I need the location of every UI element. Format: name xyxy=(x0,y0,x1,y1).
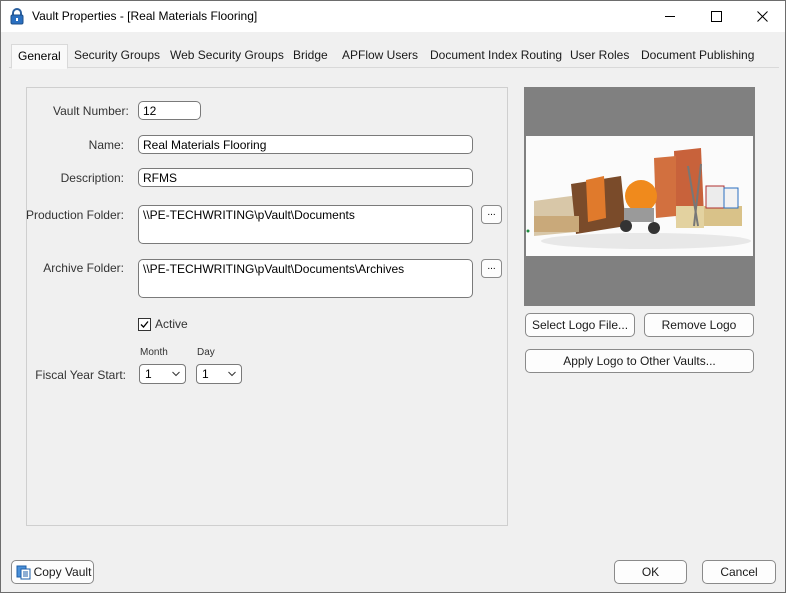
maximize-button[interactable] xyxy=(693,1,739,32)
building-materials-illustration xyxy=(526,136,753,256)
copy-icon xyxy=(16,565,31,580)
vault-number-field[interactable]: 12 xyxy=(138,101,201,120)
tab-user-roles[interactable]: User Roles xyxy=(570,44,629,68)
cancel-button[interactable]: Cancel xyxy=(702,560,776,584)
select-logo-file-button[interactable]: Select Logo File... xyxy=(525,313,635,337)
lock-icon xyxy=(10,8,24,25)
tab-document-publishing[interactable]: Document Publishing xyxy=(641,44,754,68)
vault-properties-window: Vault Properties - [Real Materials Floor… xyxy=(0,0,786,593)
ok-button[interactable]: OK xyxy=(614,560,687,584)
month-value: 1 xyxy=(145,367,152,381)
archive-folder-browse-button[interactable]: ... xyxy=(481,259,502,278)
close-button[interactable] xyxy=(739,1,785,32)
remove-logo-button[interactable]: Remove Logo xyxy=(644,313,754,337)
chevron-down-icon xyxy=(172,371,180,377)
production-folder-browse-button[interactable]: ... xyxy=(481,205,502,224)
name-label: Name: xyxy=(88,138,124,152)
tab-apflow-users[interactable]: APFlow Users xyxy=(342,44,418,68)
logo-preview xyxy=(524,87,755,306)
apply-logo-button[interactable]: Apply Logo to Other Vaults... xyxy=(525,349,754,373)
tab-document-index-routing[interactable]: Document Index Routing xyxy=(430,44,562,68)
fiscal-year-start-label: Fiscal Year Start: xyxy=(35,368,126,382)
title-bar[interactable]: Vault Properties - [Real Materials Floor… xyxy=(1,1,785,32)
copy-vault-label: Copy Vault xyxy=(33,565,92,579)
tab-security-groups[interactable]: Security Groups xyxy=(74,44,160,68)
chevron-down-icon xyxy=(228,371,236,377)
tab-bridge[interactable]: Bridge xyxy=(293,44,328,68)
tab-strip: General Security Groups Web Security Gro… xyxy=(9,44,779,69)
description-label: Description: xyxy=(60,171,124,185)
name-field[interactable]: Real Materials Flooring xyxy=(138,135,473,154)
maximize-icon xyxy=(710,11,722,22)
month-label: Month xyxy=(140,347,168,358)
production-folder-field[interactable]: \\PE-TECHWRITING\pVault\Documents xyxy=(138,205,473,244)
archive-folder-label: Archive Folder: xyxy=(43,261,124,275)
checkmark-icon xyxy=(140,321,149,328)
logo-image xyxy=(526,136,753,256)
tab-general[interactable]: General xyxy=(11,44,68,69)
tab-web-security-groups[interactable]: Web Security Groups xyxy=(170,44,284,68)
month-select[interactable]: 1 xyxy=(139,364,186,384)
day-value: 1 xyxy=(202,367,209,381)
archive-folder-field[interactable]: \\PE-TECHWRITING\pVault\Documents\Archiv… xyxy=(138,259,473,298)
copy-vault-button[interactable]: Copy Vault xyxy=(11,560,94,584)
window-title: Vault Properties - [Real Materials Floor… xyxy=(32,9,258,23)
description-field[interactable]: RFMS xyxy=(138,168,473,187)
close-icon xyxy=(756,11,768,22)
minimize-icon xyxy=(664,16,675,17)
minimize-button[interactable] xyxy=(647,1,693,32)
active-label: Active xyxy=(155,317,188,331)
day-label: Day xyxy=(197,347,215,358)
vault-number-label: Vault Number: xyxy=(53,104,129,118)
active-checkbox[interactable] xyxy=(138,318,151,331)
day-select[interactable]: 1 xyxy=(196,364,242,384)
production-folder-label: Production Folder: xyxy=(25,208,124,222)
